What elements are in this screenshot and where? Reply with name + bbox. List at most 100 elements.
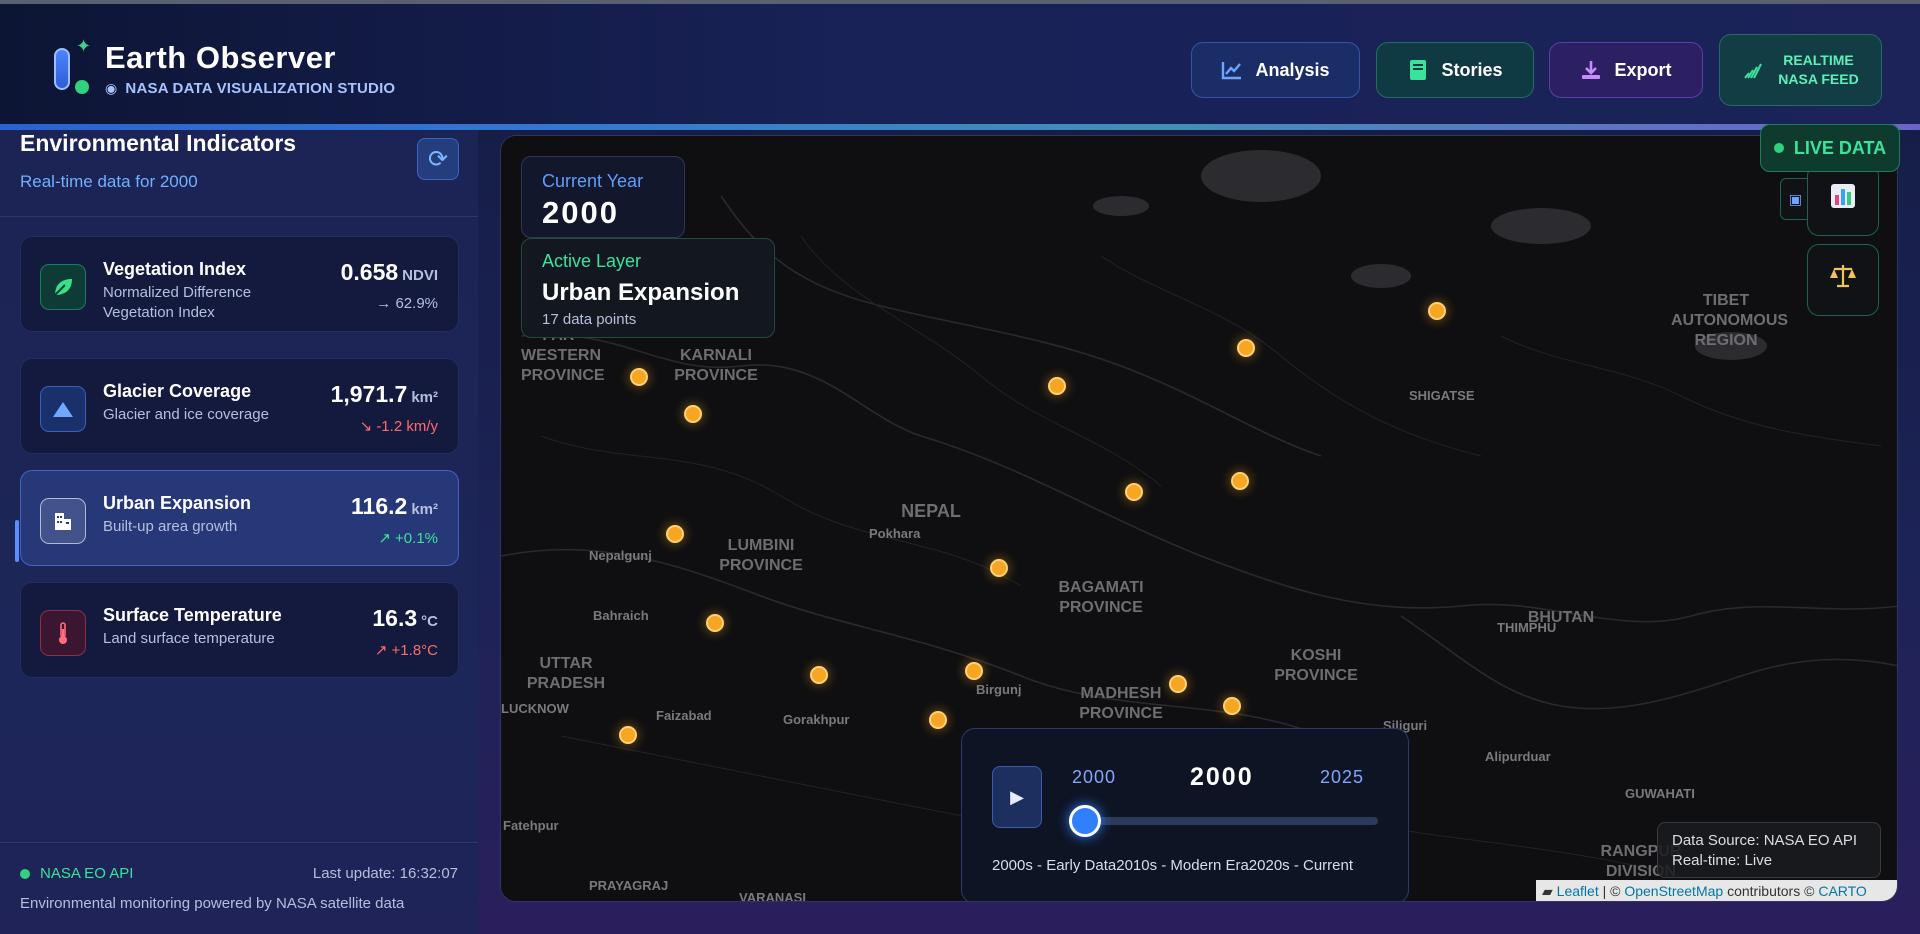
- realtime-line2: NASA FEED: [1778, 71, 1859, 87]
- refresh-button[interactable]: ⟳: [417, 138, 459, 180]
- city-thimphu: THIMPHU: [1497, 620, 1557, 635]
- timeline-slider-handle[interactable]: [1069, 805, 1101, 837]
- map-view[interactable]: FAR-WESTERNPROVINCE KARNALIPROVINCE NEPA…: [500, 135, 1898, 902]
- refresh-icon: ⟳: [427, 145, 449, 173]
- data-source-line1: Data Source: NASA EO API: [1672, 832, 1858, 849]
- planet-icon: [54, 48, 70, 90]
- realtime-label: REALTIME NASA FEED: [1778, 51, 1858, 89]
- data-point-marker[interactable]: [619, 726, 637, 744]
- indicator-unit: °C: [421, 613, 438, 630]
- indicator-trend: ↗ +0.1%: [378, 530, 438, 547]
- realtime-nasa-feed-button[interactable]: REALTIME NASA FEED: [1719, 34, 1882, 106]
- app-header: ✦ Earth Observer ◉ NASA DATA VISUALIZATI…: [0, 4, 1920, 126]
- city-alipurduar: Alipurduar: [1485, 749, 1551, 764]
- data-point-marker[interactable]: [965, 662, 983, 680]
- data-point-marker[interactable]: [990, 559, 1008, 577]
- timeline-start-year: 2000: [1072, 767, 1117, 787]
- indicator-name: Urban Expansion: [103, 493, 252, 513]
- attribution-separator: | ©: [1598, 883, 1625, 899]
- active-layer-name: Urban Expansion: [542, 279, 740, 306]
- indicator-description: Built-up area growth: [103, 518, 238, 535]
- layer-toggle-button[interactable]: ▣: [1780, 178, 1810, 220]
- timeline-slider-track[interactable]: [1085, 817, 1378, 825]
- balance-scale-icon: [1828, 261, 1858, 299]
- active-card-indicator: [15, 520, 19, 562]
- data-point-marker[interactable]: [929, 711, 947, 729]
- indicator-value: 116.2 km²: [351, 493, 438, 520]
- data-point-marker[interactable]: [666, 525, 684, 543]
- indicator-card-urban[interactable]: Urban Expansion Built-up area growth 116…: [20, 470, 459, 566]
- bar-chart-icon: [1828, 181, 1858, 219]
- data-point-marker[interactable]: [1169, 675, 1187, 693]
- region-tibet: TIBET AUTONOMOUS REGION: [1671, 292, 1789, 349]
- osm-link[interactable]: OpenStreetMap: [1624, 883, 1723, 899]
- analysis-button[interactable]: Analysis: [1191, 42, 1360, 98]
- chart-tool-button[interactable]: [1807, 164, 1879, 236]
- city-prayagraj: PRAYAGRAJ: [589, 878, 669, 893]
- indicator-value-number: 116.2: [351, 493, 408, 519]
- region-uttar-pradesh: UTTAR PRADESH: [526, 655, 606, 692]
- play-icon: ▶: [1010, 786, 1024, 807]
- indicator-value: 1,971.7 km²: [331, 381, 438, 408]
- app-title: Earth Observer: [105, 40, 336, 75]
- live-dot-icon: [1773, 143, 1784, 153]
- stories-button-label: Stories: [1441, 59, 1503, 80]
- city-bahraich: Bahraich: [593, 608, 649, 623]
- satellite-icon: ✦: [76, 36, 92, 56]
- data-point-marker[interactable]: [706, 614, 724, 632]
- data-point-marker[interactable]: [1231, 472, 1249, 490]
- indicator-trend: → 62.9%: [376, 295, 438, 312]
- layers-icon: ▣: [1788, 190, 1803, 207]
- attribution-contributors: contributors ©: [1723, 883, 1819, 899]
- api-status: NASA EO API: [20, 865, 133, 882]
- data-point-marker[interactable]: [810, 666, 828, 684]
- region-koshi: KOSHI PROVINCE: [1274, 647, 1358, 684]
- app-logo: ✦: [50, 34, 110, 98]
- data-point-marker[interactable]: [630, 368, 648, 386]
- chart-line-icon: [1221, 59, 1243, 81]
- region-bagamati: BAGAMATI PROVINCE: [1058, 579, 1144, 616]
- app-subtitle-text: NASA DATA VISUALIZATION STUDIO: [125, 80, 396, 97]
- indicator-trend: ↘ -1.2 km/y: [359, 418, 438, 435]
- sidebar-divider: [0, 216, 478, 217]
- realtime-line1: REALTIME: [1783, 52, 1854, 68]
- status-dot-icon: [75, 80, 89, 94]
- timeline-end-year: 2025: [1320, 767, 1365, 787]
- data-point-marker[interactable]: [684, 405, 702, 423]
- active-layer-panel: Active Layer Urban Expansion 17 data poi…: [521, 238, 775, 338]
- indicator-unit: NDVI: [402, 267, 438, 284]
- indicator-unit: km²: [411, 389, 438, 406]
- map-attribution: ▰ Leaflet | © OpenStreetMap contributors…: [1536, 880, 1897, 901]
- data-point-marker[interactable]: [1428, 302, 1446, 320]
- compare-tool-button[interactable]: [1807, 244, 1879, 316]
- indicator-description: Land surface temperature: [103, 630, 275, 647]
- current-year-panel: Current Year 2000: [521, 156, 685, 238]
- thermometer-icon: [40, 610, 86, 656]
- app-subtitle: ◉ NASA DATA VISUALIZATION STUDIO: [105, 80, 395, 97]
- data-source-box: Data Source: NASA EO API Real-time: Live: [1657, 822, 1881, 878]
- leaflet-link[interactable]: Leaflet: [1557, 883, 1599, 899]
- data-point-marker[interactable]: [1237, 339, 1255, 357]
- carto-link[interactable]: CARTO: [1818, 883, 1867, 899]
- city-guwahati: GUWAHATI: [1625, 786, 1695, 801]
- current-year-value: 2000: [542, 195, 619, 230]
- indicator-card-temperature[interactable]: Surface Temperature Land surface tempera…: [20, 582, 459, 678]
- indicator-name: Surface Temperature: [103, 605, 282, 625]
- data-point-marker[interactable]: [1223, 697, 1241, 715]
- indicator-card-vegetation[interactable]: Vegetation Index Normalized Difference V…: [20, 236, 459, 332]
- city-shigatse: SHIGATSE: [1409, 388, 1475, 403]
- sidebar-title: Environmental Indicators: [20, 130, 297, 156]
- stories-button[interactable]: Stories: [1376, 42, 1534, 98]
- sidebar-footer-divider: [0, 842, 478, 843]
- city-lucknow: LUCKNOW: [501, 701, 569, 716]
- timeline-control: ▶ 2000 2000 2025 2000s - Early Data2010s…: [961, 728, 1409, 901]
- data-point-marker[interactable]: [1125, 483, 1143, 501]
- indicator-value-number: 1,971.7: [330, 381, 408, 407]
- current-year-label: Current Year: [542, 171, 644, 191]
- building-icon: [40, 498, 86, 544]
- data-source-line2: Real-time: Live: [1672, 852, 1773, 869]
- play-button[interactable]: ▶: [992, 766, 1042, 828]
- indicator-card-glacier[interactable]: Glacier Coverage Glacier and ice coverag…: [20, 358, 459, 454]
- export-button[interactable]: Export: [1549, 42, 1703, 98]
- data-point-marker[interactable]: [1048, 377, 1066, 395]
